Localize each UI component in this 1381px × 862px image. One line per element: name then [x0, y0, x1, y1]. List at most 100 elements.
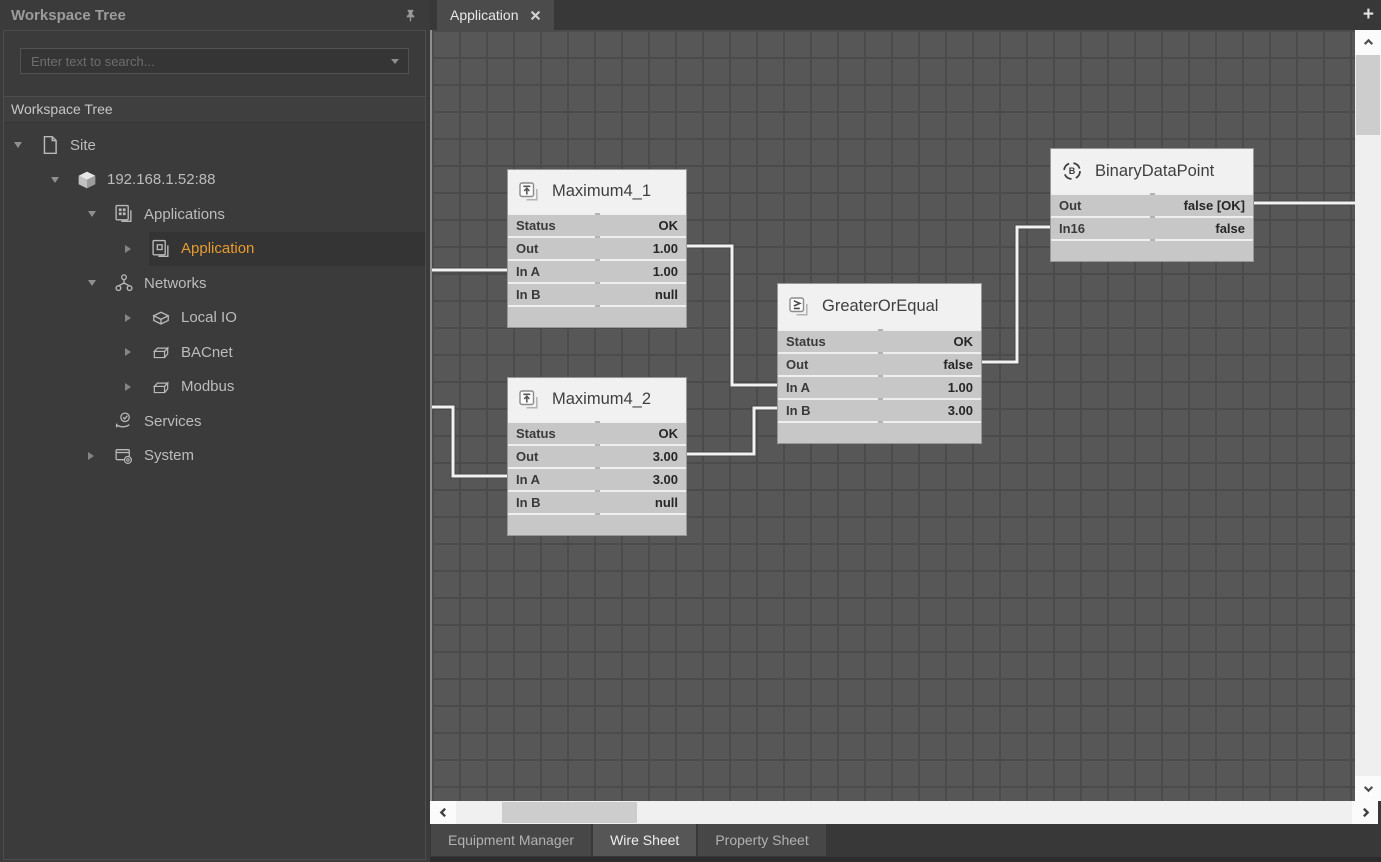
tree-item-services[interactable]: Services	[4, 404, 425, 439]
greater-or-equal-icon	[787, 295, 811, 319]
bottom-tab-wire-sheet[interactable]: Wire Sheet	[593, 824, 696, 856]
expand-arrow-icon[interactable]	[125, 383, 149, 391]
chevron-down-icon[interactable]	[391, 59, 399, 64]
tree-item-networks[interactable]: Networks	[4, 266, 425, 301]
tree-item-modbus[interactable]: Modbus	[4, 370, 425, 405]
block-slot-status[interactable]: StatusOK	[508, 213, 686, 236]
tree-item-body[interactable]: Applications	[112, 197, 425, 232]
block-slot-in16[interactable]: In16false	[1051, 216, 1253, 239]
wire-sheet-canvas[interactable]: Maximum4_1StatusOKOut1.00In A1.00In Bnul…	[430, 30, 1381, 801]
scroll-up-button[interactable]	[1355, 30, 1381, 55]
tree-item-192-168-1-52-88[interactable]: 192.168.1.52:88	[4, 163, 425, 198]
maximum-icon	[517, 388, 541, 412]
bottom-tab-label: Wire Sheet	[610, 832, 679, 848]
block-header: Maximum4_1	[508, 170, 686, 213]
wire-1[interactable]	[687, 246, 777, 385]
block-slot-out[interactable]: Outfalse	[778, 352, 981, 375]
block-footer	[1051, 239, 1253, 261]
tree-item-label: BACnet	[181, 344, 233, 361]
slot-value: null	[655, 495, 678, 510]
slot-label: In A	[516, 264, 540, 279]
expand-arrow-icon[interactable]	[125, 314, 149, 322]
tree-item-body[interactable]: 192.168.1.52:88	[75, 163, 425, 198]
search-input[interactable]	[20, 48, 409, 74]
tree-indent	[4, 145, 14, 146]
tree-item-site[interactable]: Site	[4, 128, 425, 163]
slot-label: In A	[786, 380, 810, 395]
block-slot-in-a[interactable]: In A1.00	[778, 375, 981, 398]
tree-item-local-io[interactable]: Local IO	[4, 301, 425, 336]
document-icon	[40, 135, 60, 155]
block-title: GreaterOrEqual	[822, 297, 938, 316]
block-slot-out[interactable]: Out1.00	[508, 236, 686, 259]
tree-item-bacnet[interactable]: BACnet	[4, 335, 425, 370]
system-icon	[114, 446, 134, 466]
horizontal-scrollbar[interactable]	[430, 801, 1378, 824]
tree-item-system[interactable]: System	[4, 439, 425, 474]
tree-item-body[interactable]: System	[112, 439, 425, 474]
wire-2[interactable]	[432, 407, 507, 476]
collapse-arrow-icon[interactable]	[88, 280, 112, 286]
vertical-scrollbar-thumb[interactable]	[1356, 55, 1380, 135]
panel-title: Workspace Tree	[11, 7, 401, 24]
expand-arrow-icon[interactable]	[125, 245, 149, 253]
triangle-down-icon	[51, 177, 59, 183]
document-tabstrip: Application +	[430, 0, 1381, 30]
tree-indent	[4, 455, 88, 456]
slot-label: In B	[786, 403, 811, 418]
wire-3[interactable]	[687, 408, 777, 454]
block-slot-out[interactable]: Outfalse [OK]	[1051, 193, 1253, 216]
block-slot-in-b[interactable]: In Bnull	[508, 490, 686, 513]
tree-item-body[interactable]: Networks	[112, 266, 425, 301]
block-greaterorequal[interactable]: GreaterOrEqualStatusOKOutfalseIn A1.00In…	[777, 283, 982, 444]
tree-item-body[interactable]: Site	[38, 128, 425, 163]
block-slot-in-b[interactable]: In Bnull	[508, 282, 686, 305]
block-slot-in-a[interactable]: In A3.00	[508, 467, 686, 490]
vertical-scrollbar[interactable]	[1355, 30, 1381, 801]
scroll-down-button[interactable]	[1355, 776, 1381, 801]
new-tab-button[interactable]: +	[1363, 1, 1374, 29]
tree-item-applications[interactable]: Applications	[4, 197, 425, 232]
horizontal-scrollbar-thumb[interactable]	[502, 802, 637, 823]
block-slot-status[interactable]: StatusOK	[778, 329, 981, 352]
pin-icon[interactable]	[401, 6, 419, 24]
collapse-arrow-icon[interactable]	[51, 177, 75, 183]
scroll-right-button[interactable]	[1352, 801, 1378, 824]
slot-value: 3.00	[948, 403, 973, 418]
tree-item-body[interactable]: Modbus	[149, 370, 425, 405]
tree-item-body[interactable]: BACnet	[149, 335, 425, 370]
tab-application[interactable]: Application	[437, 0, 554, 30]
collapse-arrow-icon[interactable]	[14, 142, 38, 148]
tree-section-header: Workspace Tree	[4, 96, 425, 123]
slot-label: In16	[1059, 221, 1085, 236]
block-maximum4-2[interactable]: Maximum4_2StatusOKOut3.00In A3.00In Bnul…	[507, 377, 687, 536]
wire-4[interactable]	[982, 227, 1050, 362]
block-slot-status[interactable]: StatusOK	[508, 421, 686, 444]
block-slot-out[interactable]: Out3.00	[508, 444, 686, 467]
tree-item-body[interactable]: Local IO	[149, 301, 425, 336]
wire-1	[687, 246, 777, 385]
tree-indent	[4, 386, 125, 387]
block-maximum4-1[interactable]: Maximum4_1 StatusOKOut1.00In A1.00In Bnul…	[507, 169, 687, 328]
bottom-tab-property-sheet[interactable]: Property Sheet	[698, 824, 825, 856]
block-slot-in-a[interactable]: In A1.00	[508, 259, 686, 282]
expand-arrow-icon[interactable]	[88, 452, 112, 460]
triangle-down-icon	[88, 280, 96, 286]
expand-arrow-icon[interactable]	[125, 348, 149, 356]
controller-cube-icon	[77, 170, 97, 190]
slot-label: Status	[786, 334, 826, 349]
tree-item-application[interactable]: Application	[4, 232, 425, 267]
close-icon[interactable]	[530, 10, 541, 21]
block-slot-in-b[interactable]: In B 3.00	[778, 398, 981, 421]
block-title: Maximum4_1	[552, 182, 651, 201]
block-binarydatapoint[interactable]: BBinaryDataPointOutfalse [OK]In16false	[1050, 148, 1254, 262]
modbus-icon	[151, 377, 171, 397]
wire-2	[432, 407, 507, 476]
tab-label: Application	[450, 7, 519, 23]
tree-indent	[4, 179, 51, 180]
tree-item-body[interactable]: Services	[112, 404, 425, 439]
tree-item-body[interactable]: Application	[149, 232, 425, 267]
bottom-tab-equipment-manager[interactable]: Equipment Manager	[431, 824, 591, 856]
collapse-arrow-icon[interactable]	[88, 211, 112, 217]
scroll-left-button[interactable]	[430, 801, 456, 824]
